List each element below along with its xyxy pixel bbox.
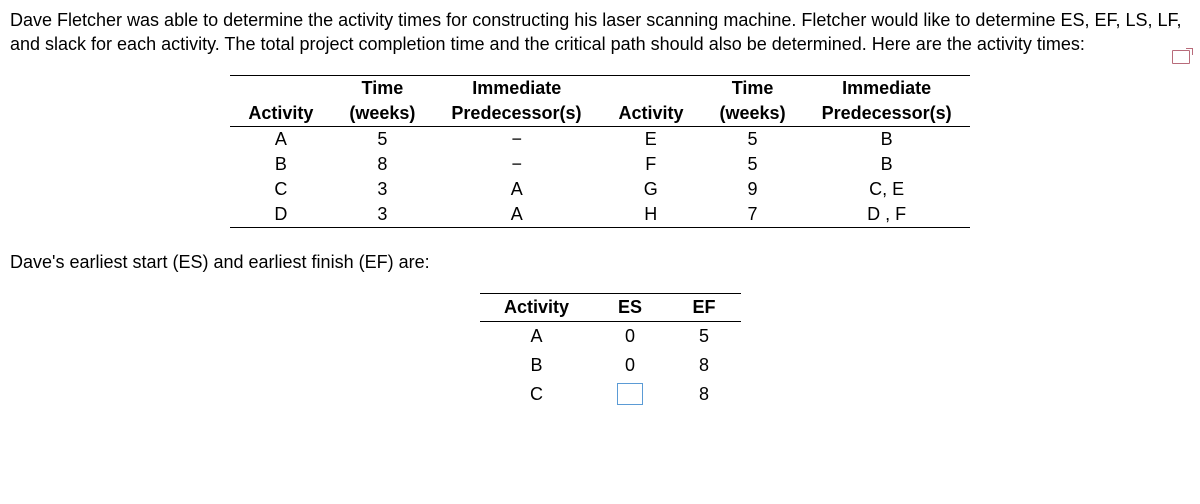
cell: A — [433, 202, 600, 228]
hdr-time-1: Time — [331, 75, 433, 101]
cell — [593, 380, 667, 409]
hdr-ef: EF — [667, 293, 741, 321]
hdr-es: ES — [593, 293, 667, 321]
activity-table: Time Immediate Time Immediate Activity (… — [230, 75, 969, 228]
hdr-activity-1: Activity — [230, 101, 331, 127]
ef-value: 8 — [691, 383, 717, 406]
es-input[interactable] — [617, 383, 643, 405]
cell: 5 — [702, 126, 804, 152]
cell: 3 — [331, 177, 433, 202]
cell: A — [480, 321, 593, 351]
cell: B — [480, 351, 593, 380]
hdr-immediate-1: Immediate — [433, 75, 600, 101]
ef-value: 5 — [691, 325, 717, 348]
table-row: C 8 — [480, 380, 741, 409]
cell: 7 — [702, 202, 804, 228]
es-ef-table-container: Activity ES EF A 0 5 B 0 8 C 8 — [480, 293, 1190, 409]
cell: 8 — [667, 380, 741, 409]
cell: 3 — [331, 202, 433, 228]
cell: C — [230, 177, 331, 202]
cell: B — [804, 152, 970, 177]
es-value: 0 — [617, 354, 643, 377]
cell: 8 — [331, 152, 433, 177]
table-row: B 8 − F 5 B — [230, 152, 969, 177]
ef-value: 8 — [691, 354, 717, 377]
cell: E — [600, 126, 702, 152]
hdr-pred-1: Predecessor(s) — [433, 101, 600, 127]
cell: C, E — [804, 177, 970, 202]
activity-table-body: A 5 − E 5 B B 8 − F 5 B C 3 A G 9 C, — [230, 126, 969, 227]
cell: B — [804, 126, 970, 152]
table-row: B 0 8 — [480, 351, 741, 380]
cell: A — [433, 177, 600, 202]
hdr-time-2: Time — [702, 75, 804, 101]
activity-table-container: Time Immediate Time Immediate Activity (… — [10, 75, 1190, 228]
cell: D , F — [804, 202, 970, 228]
problem-statement: Dave Fletcher was able to determine the … — [10, 8, 1190, 57]
cell: C — [480, 380, 593, 409]
cell: B — [230, 152, 331, 177]
es-value: 0 — [617, 325, 643, 348]
cell: H — [600, 202, 702, 228]
cell: 0 — [593, 321, 667, 351]
es-ef-heading: Dave's earliest start (ES) and earliest … — [10, 252, 1190, 273]
cell: − — [433, 152, 600, 177]
cell: D — [230, 202, 331, 228]
cell: G — [600, 177, 702, 202]
expand-icon[interactable] — [1172, 50, 1190, 64]
cell: 0 — [593, 351, 667, 380]
cell: 5 — [667, 321, 741, 351]
es-ef-table: Activity ES EF A 0 5 B 0 8 C 8 — [480, 293, 741, 409]
table-row: A 0 5 — [480, 321, 741, 351]
cell: 8 — [667, 351, 741, 380]
cell: 5 — [331, 126, 433, 152]
cell: F — [600, 152, 702, 177]
table-row: C 3 A G 9 C, E — [230, 177, 969, 202]
hdr-weeks-2: (weeks) — [702, 101, 804, 127]
hdr-activity: Activity — [480, 293, 593, 321]
hdr-pred-2: Predecessor(s) — [804, 101, 970, 127]
hdr-activity-2: Activity — [600, 101, 702, 127]
table-row: A 5 − E 5 B — [230, 126, 969, 152]
hdr-immediate-2: Immediate — [804, 75, 970, 101]
table-row: D 3 A H 7 D , F — [230, 202, 969, 228]
cell: − — [433, 126, 600, 152]
cell: A — [230, 126, 331, 152]
cell: 5 — [702, 152, 804, 177]
cell: 9 — [702, 177, 804, 202]
hdr-weeks-1: (weeks) — [331, 101, 433, 127]
